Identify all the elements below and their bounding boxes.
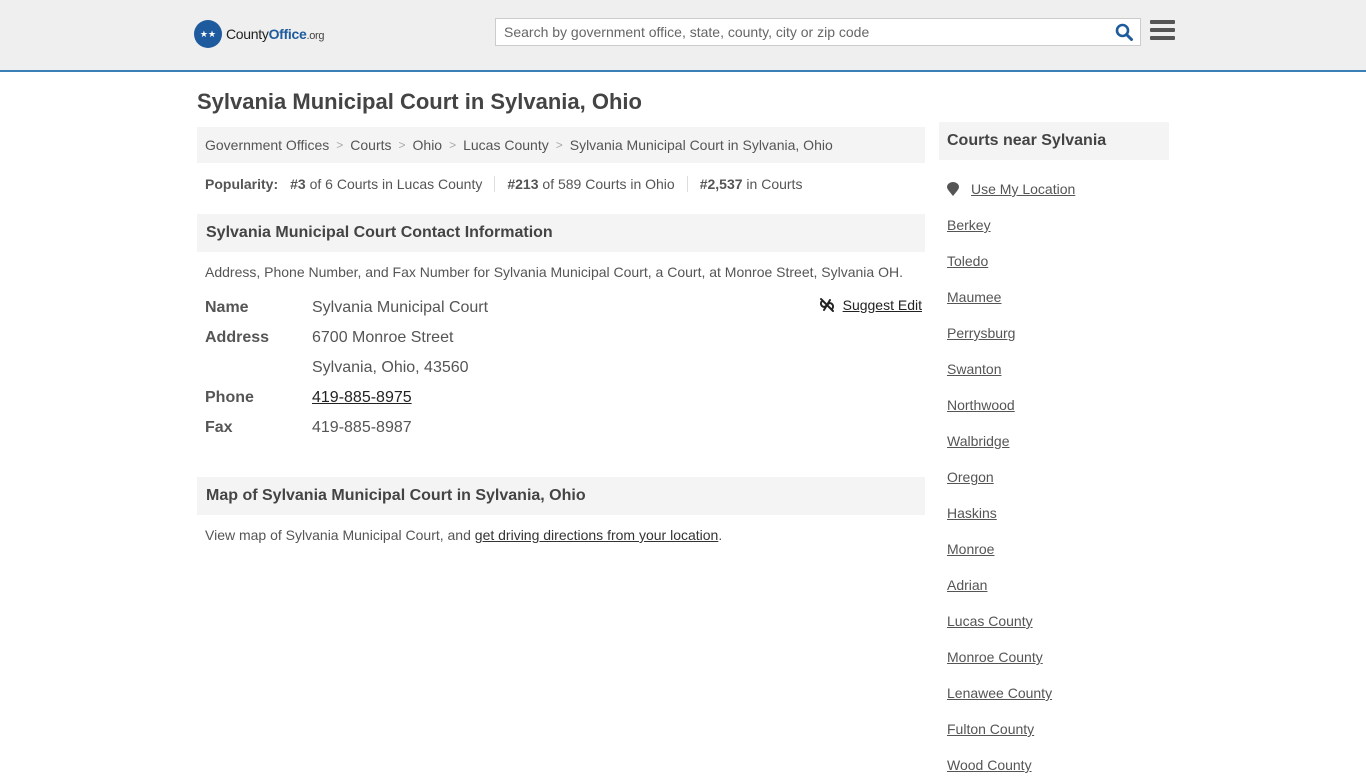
list-item: Wood County: [947, 747, 1169, 783]
search-icon: [1115, 23, 1133, 41]
map-description: View map of Sylvania Municipal Court, an…: [205, 527, 723, 543]
suggest-edit-link[interactable]: Suggest Edit: [843, 297, 922, 313]
list-item: Monroe County: [947, 639, 1169, 675]
address-row-2: Sylvania, Ohio, 43560: [205, 353, 917, 383]
nearby-link[interactable]: Swanton: [947, 361, 1001, 377]
name-row: Name Sylvania Municipal Court: [205, 299, 489, 316]
driving-directions-link[interactable]: get driving directions from your locatio…: [475, 527, 719, 543]
list-item: Maumee: [947, 279, 1169, 315]
sidebar: Courts near Sylvania Use My Location Ber…: [939, 122, 1169, 783]
nearby-link[interactable]: Berkey: [947, 217, 991, 233]
breadcrumb-lucas-county[interactable]: Lucas County: [463, 137, 549, 153]
main-content: Sylvania Municipal Court in Sylvania, Oh…: [197, 72, 925, 543]
search-button[interactable]: [1108, 19, 1140, 45]
broken-link-icon: [819, 298, 834, 312]
nearby-link[interactable]: Lenawee County: [947, 685, 1052, 701]
list-item: Perrysburg: [947, 315, 1169, 351]
list-item: Haskins: [947, 495, 1169, 531]
nearby-link[interactable]: Maumee: [947, 289, 1001, 305]
office-name: Sylvania Municipal Court: [312, 299, 489, 316]
list-item: Oregon: [947, 459, 1169, 495]
nearby-link[interactable]: Fulton County: [947, 721, 1034, 737]
nearby-link[interactable]: Toledo: [947, 253, 988, 269]
use-my-location-link[interactable]: Use My Location: [971, 181, 1075, 197]
list-item: Monroe: [947, 531, 1169, 567]
phone-link[interactable]: 419-885-8975: [312, 389, 412, 406]
nearby-link[interactable]: Oregon: [947, 469, 994, 485]
nearby-link[interactable]: Walbridge: [947, 433, 1010, 449]
page-title: Sylvania Municipal Court in Sylvania, Oh…: [197, 89, 642, 114]
fax-number: 419-885-8987: [312, 419, 412, 436]
menu-button[interactable]: [1150, 20, 1175, 42]
address-line-2: Sylvania, Ohio, 43560: [312, 359, 469, 376]
breadcrumb-current: Sylvania Municipal Court in Sylvania, Oh…: [569, 137, 833, 153]
list-item: Walbridge: [947, 423, 1169, 459]
popularity-label: Popularity:: [205, 176, 279, 192]
search-input[interactable]: [496, 19, 1108, 45]
breadcrumb-courts[interactable]: Courts: [350, 137, 391, 153]
breadcrumb-separator-icon: >: [555, 138, 563, 152]
nearby-link[interactable]: Lucas County: [947, 613, 1033, 629]
popularity-national: #2,537 in Courts: [699, 176, 803, 192]
breadcrumb-separator-icon: >: [336, 138, 344, 152]
nearby-link[interactable]: Wood County: [947, 757, 1032, 773]
map-heading: Map of Sylvania Municipal Court in Sylva…: [197, 477, 925, 515]
popularity-state: #213 of 589 Courts in Ohio: [507, 176, 688, 192]
logo[interactable]: ★★ CountyOffice.org: [194, 20, 325, 48]
contact-info: Suggest Edit Name Sylvania Municipal Cour…: [197, 293, 925, 443]
nearby-link[interactable]: Northwood: [947, 397, 1015, 413]
nearby-link[interactable]: Haskins: [947, 505, 997, 521]
nearby-courts-list: Use My Location Berkey Toledo Maumee Per…: [939, 171, 1169, 783]
contact-description: Address, Phone Number, and Fax Number fo…: [205, 264, 903, 280]
popularity-county: #3 of 6 Courts in Lucas County: [290, 176, 496, 192]
search-box: [495, 18, 1141, 46]
suggest-edit[interactable]: Suggest Edit: [819, 297, 922, 313]
location-pin-icon: [947, 182, 959, 196]
list-item: Fulton County: [947, 711, 1169, 747]
sidebar-heading: Courts near Sylvania: [939, 122, 1169, 160]
list-item: Lenawee County: [947, 675, 1169, 711]
phone-row: Phone 419-885-8975: [205, 389, 412, 406]
list-item: Northwood: [947, 387, 1169, 423]
breadcrumb: Government Offices > Courts > Ohio > Lucas …: [197, 127, 925, 163]
breadcrumb-government-offices[interactable]: Government Offices: [205, 137, 329, 153]
address-line-1: 6700 Monroe Street: [312, 329, 454, 346]
list-item: Adrian: [947, 567, 1169, 603]
eagle-logo-icon: ★★: [194, 20, 222, 48]
address-row: Address 6700 Monroe Street: [205, 329, 454, 346]
contact-heading: Sylvania Municipal Court Contact Informa…: [197, 214, 925, 252]
hamburger-menu-icon: [1150, 20, 1175, 24]
list-item: Toledo: [947, 243, 1169, 279]
nearby-link[interactable]: Adrian: [947, 577, 987, 593]
use-location[interactable]: Use My Location: [947, 171, 1169, 207]
nearby-link[interactable]: Monroe County: [947, 649, 1043, 665]
nearby-link[interactable]: Perrysburg: [947, 325, 1015, 341]
breadcrumb-separator-icon: >: [449, 138, 457, 152]
breadcrumb-separator-icon: >: [398, 138, 406, 152]
logo-text: CountyOffice.org: [226, 26, 325, 42]
fax-row: Fax 419-885-8987: [205, 419, 412, 436]
list-item: Berkey: [947, 207, 1169, 243]
popularity-bar: Popularity: #3 of 6 Courts in Lucas Coun…: [197, 169, 925, 199]
list-item: Lucas County: [947, 603, 1169, 639]
breadcrumb-ohio[interactable]: Ohio: [413, 137, 443, 153]
site-header: ★★ CountyOffice.org: [0, 0, 1366, 72]
list-item: Swanton: [947, 351, 1169, 387]
nearby-link[interactable]: Monroe: [947, 541, 994, 557]
